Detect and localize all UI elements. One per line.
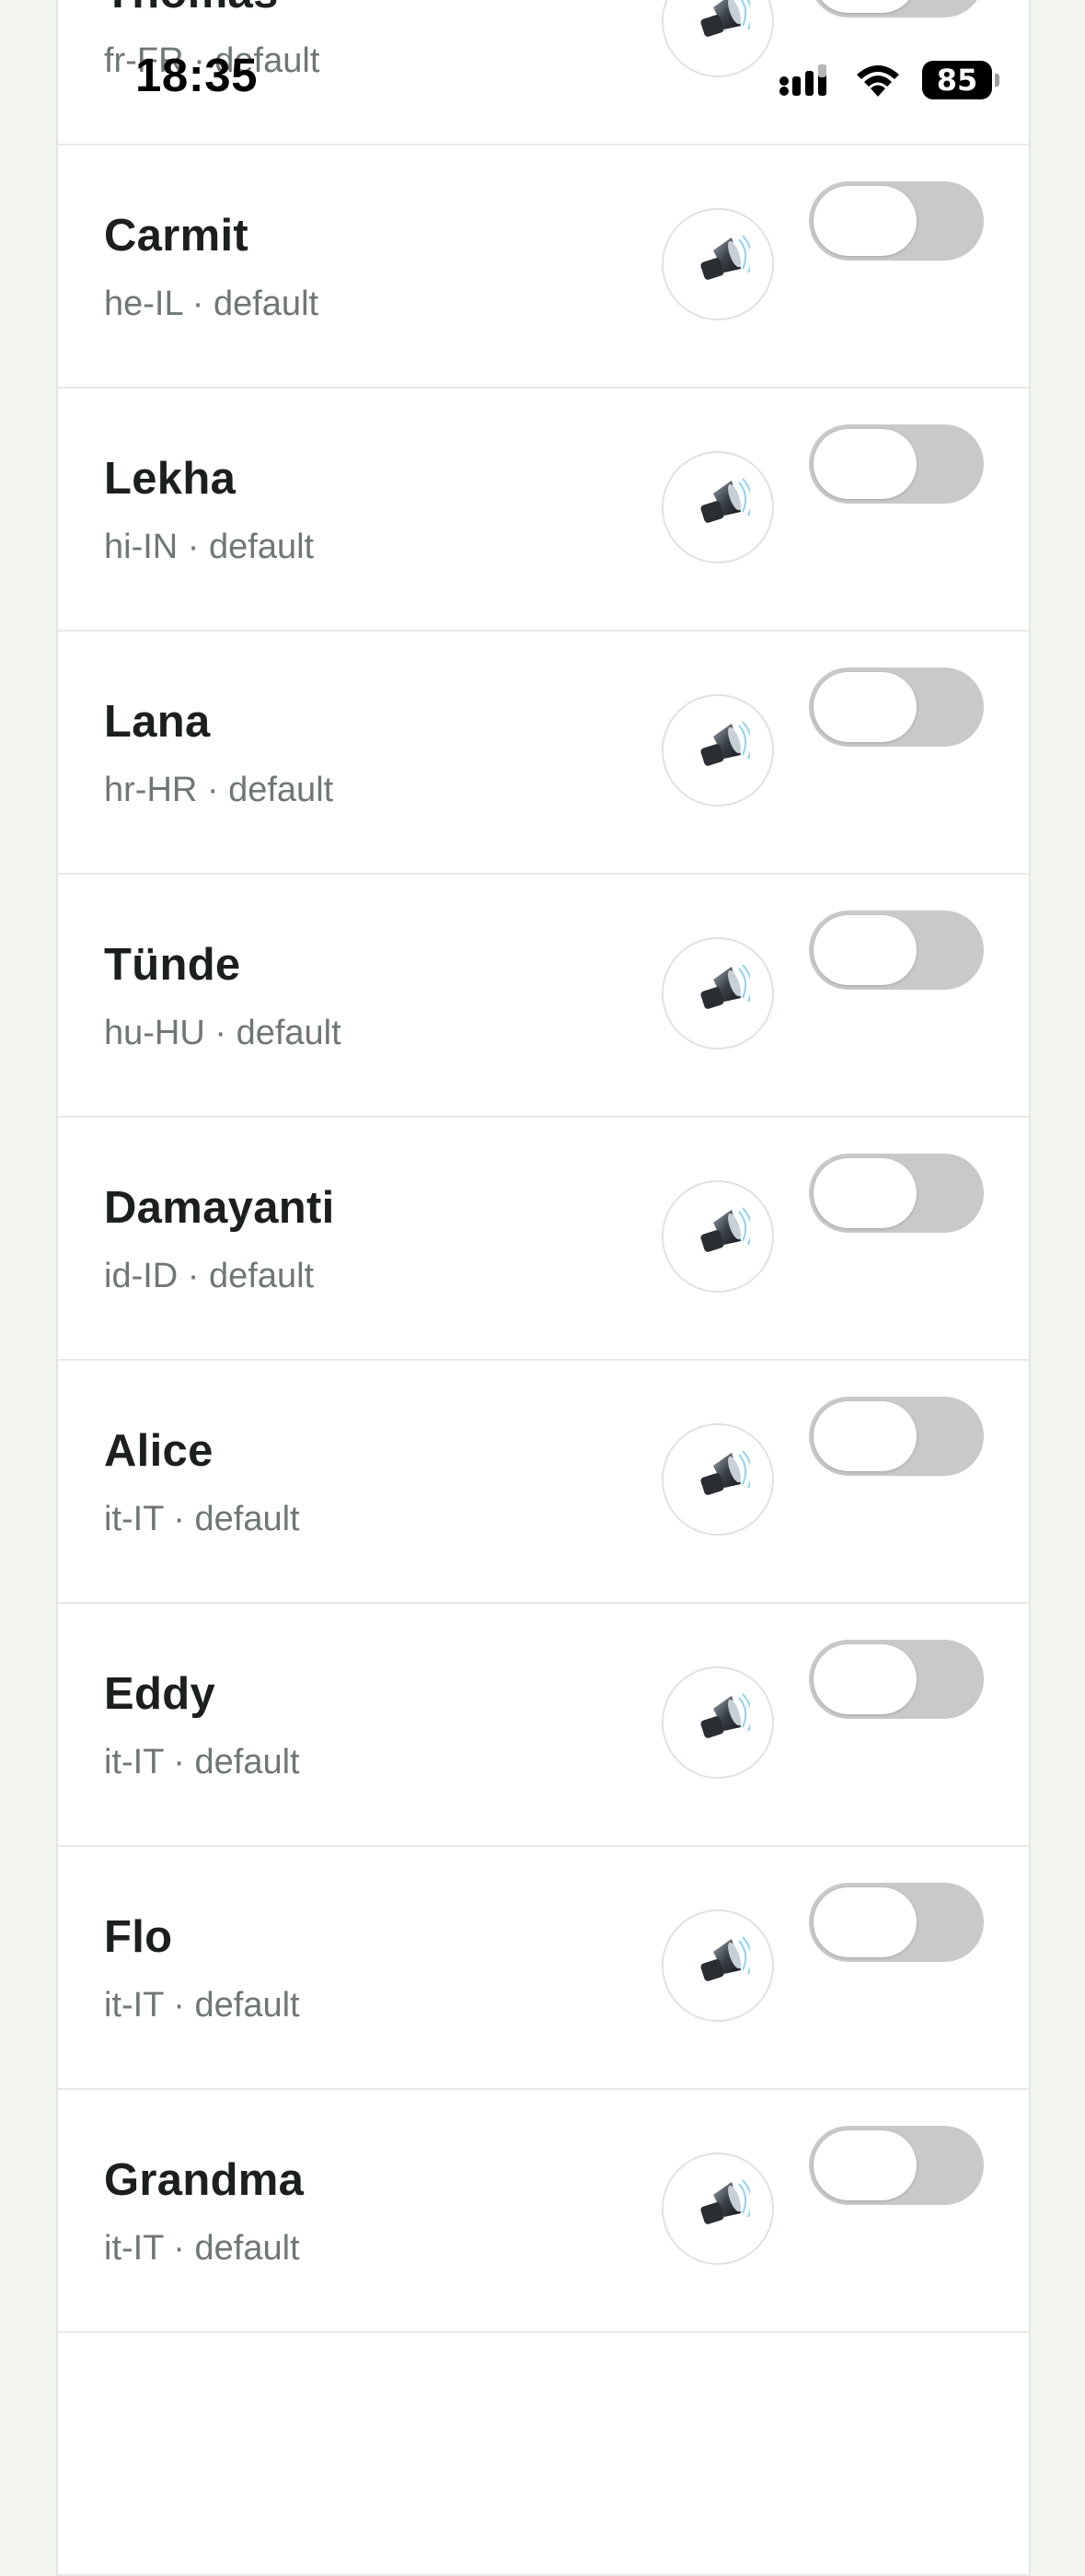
toggle-knob [814,429,917,499]
voice-toggle[interactable] [809,1883,984,1962]
voice-name: Thomas [104,0,279,18]
voice-toggle[interactable] [809,424,984,504]
voice-name: Damayanti [104,1183,335,1233]
voice-toggle[interactable] [809,667,984,747]
battery-level: 85 [936,63,978,98]
play-sample-button[interactable] [662,937,774,1050]
voice-locale: it-IT · default [104,1500,300,1538]
voice-name: Alice [104,1426,214,1476]
voice-row: Eddy it-IT · default [58,1604,1029,1847]
cellular-signal-icon [779,64,826,96]
voice-name: Grandma [104,2155,305,2205]
voice-row: Lana hr-HR · default [58,632,1029,875]
speaker-icon [700,721,750,766]
voice-row: Alice it-IT · default [58,1361,1029,1604]
voice-locale: id-ID · default [104,1257,315,1295]
voice-row: Carmit he-IL · default [58,145,1029,389]
toggle-knob [814,1401,917,1471]
speaker-icon [700,1693,750,1738]
speaker-icon [700,478,750,523]
status-time: 18:35 [135,49,258,101]
play-sample-button[interactable] [662,694,774,806]
speaker-icon [700,2179,750,2224]
voice-toggle[interactable] [809,2126,984,2205]
voice-locale: it-IT · default [104,2229,300,2268]
play-sample-button[interactable] [662,1180,774,1293]
voice-toggle[interactable] [809,1154,984,1233]
play-sample-button[interactable] [662,1666,774,1779]
voice-locale: it-IT · default [104,1743,300,1781]
speaker-icon [700,1207,750,1252]
status-icons: 85 [779,57,999,103]
voice-row: Grandma it-IT · default [58,2090,1029,2333]
toggle-knob [814,672,917,742]
voice-locale: hr-HR · default [104,771,334,809]
speaker-icon [700,1450,750,1495]
play-sample-button[interactable] [662,0,774,77]
toggle-knob [814,0,917,13]
voice-row-partial [58,2333,1029,2576]
speaker-icon [700,0,750,37]
play-sample-button[interactable] [662,1909,774,2022]
battery-icon: 85 [922,61,999,99]
toggle-knob [814,2130,917,2200]
speaker-icon [700,1936,750,1981]
voice-locale: hi-IN · default [104,528,315,566]
voice-row: Flo it-IT · default [58,1847,1029,2090]
voice-toggle[interactable] [809,0,984,17]
wifi-icon [857,65,899,97]
speaker-icon [700,964,750,1009]
voice-name: Lana [104,697,211,747]
toggle-knob [814,915,917,985]
voice-row: Tünde hu-HU · default [58,875,1029,1118]
voice-toggle[interactable] [809,911,984,990]
voice-locale: hu-HU · default [104,1014,341,1052]
voice-name: Eddy [104,1669,215,1719]
voice-row: Lekha hi-IN · default [58,389,1029,632]
play-sample-button[interactable] [662,1423,774,1536]
speaker-icon [700,235,750,280]
voice-list: Thomas fr-FR · default Carmit [56,0,1031,2576]
voice-toggle[interactable] [809,1640,984,1719]
voice-name: Lekha [104,454,237,504]
toggle-knob [814,186,917,256]
toggle-knob [814,1644,917,1714]
play-sample-button[interactable] [662,451,774,563]
toggle-knob [814,1158,917,1228]
voice-locale: it-IT · default [104,1986,300,2025]
voice-toggle[interactable] [809,1397,984,1476]
voice-row: Damayanti id-ID · default [58,1118,1029,1361]
voice-name: Tünde [104,940,241,990]
toggle-knob [814,1887,917,1957]
play-sample-button[interactable] [662,2152,774,2265]
battery-tip [995,74,999,87]
voice-name: Carmit [104,211,249,261]
play-sample-button[interactable] [662,208,774,320]
voice-locale: he-IL · default [104,284,319,323]
voice-toggle[interactable] [809,181,984,261]
voice-name: Flo [104,1912,173,1962]
